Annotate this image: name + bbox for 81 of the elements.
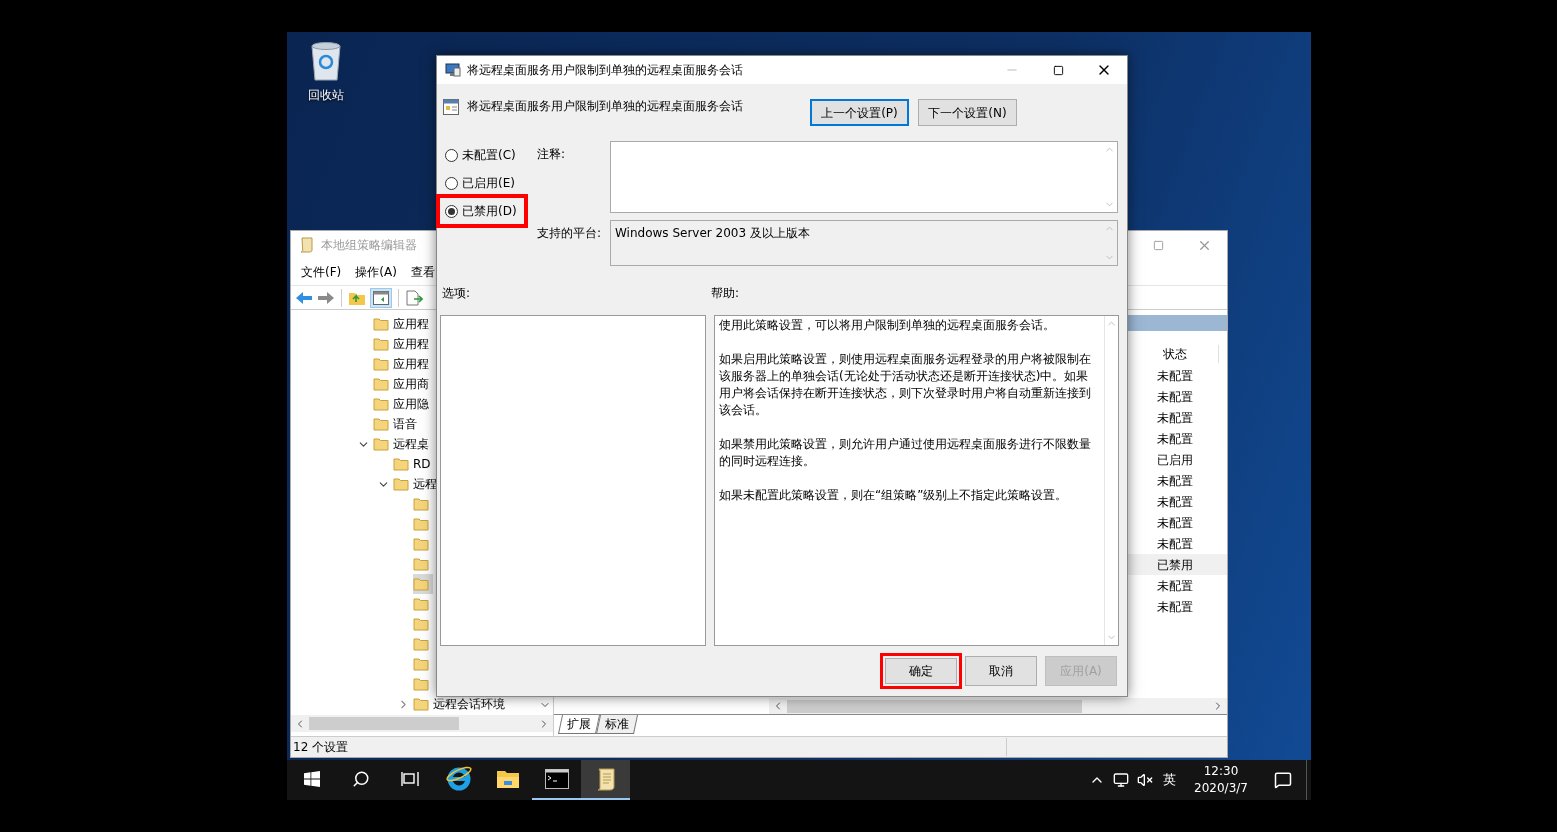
help-paragraph: 如果未配置此策略设置，则在“组策略”级别上不指定此策略设置。 (719, 487, 1069, 504)
menu-item[interactable]: 文件(F) (295, 263, 348, 281)
folder-icon (373, 417, 389, 431)
folder-icon (413, 517, 429, 531)
horizontal-scrollbar[interactable] (769, 698, 1227, 714)
dialog-title: 将远程桌面服务用户限制到单独的远程桌面服务会话 (467, 62, 743, 79)
folder-icon (393, 477, 409, 491)
folder-icon (413, 537, 429, 551)
tab[interactable]: 扩展 (558, 715, 600, 734)
radio-circle-icon[interactable] (445, 204, 458, 218)
policy-heading: 将远程桌面服务用户限制到单独的远程桌面服务会话 (467, 98, 743, 115)
help-paragraph: 使用此策略设置，可以将用户限制到单独的远程桌面服务会话。 (719, 317, 1056, 334)
tree-item[interactable]: 应用隐 (373, 394, 433, 414)
menu-item[interactable]: 操作(A) (349, 263, 403, 281)
folder-icon (413, 697, 429, 711)
folder-icon (413, 657, 429, 671)
tree-item[interactable] (413, 574, 433, 594)
dialog-button[interactable]: 确定 (880, 653, 962, 689)
folder-icon (373, 317, 389, 331)
tree-item[interactable]: 应用程 (373, 334, 433, 354)
maximize-icon (1052, 64, 1064, 76)
tab[interactable]: 标准 (596, 715, 638, 734)
window-title: 本地组策略编辑器 (321, 237, 417, 254)
input-method-indicator[interactable]: 英 (1163, 770, 1176, 790)
maximize-icon (1152, 239, 1164, 251)
folder-icon (413, 557, 429, 571)
tree-item[interactable]: 语音 (373, 414, 421, 434)
column-header[interactable]: 状态 (1131, 345, 1219, 363)
network-icon[interactable] (1113, 772, 1129, 788)
radio-option[interactable]: 已启用(E) (438, 169, 526, 197)
pane-toggle-button[interactable] (370, 287, 392, 308)
folder-icon (373, 437, 389, 451)
horizontal-scrollbar[interactable] (291, 715, 553, 732)
desktop-icon[interactable]: 回收站 (298, 40, 354, 104)
nav-button[interactable]: 下一个设置(N) (918, 99, 1017, 126)
folder-icon (413, 617, 429, 631)
folder-icon (373, 337, 389, 351)
options-label: 选项: (441, 285, 472, 302)
browser-globe-icon (445, 766, 472, 792)
search-icon (351, 770, 370, 788)
help-paragraph: 如果禁用此策略设置，则允许用户通过使用远程桌面服务进行不限数量的同时远程连接。 (719, 436, 1092, 470)
tree-item[interactable]: 应用商 (373, 374, 433, 394)
help-paragraph: 如果启用此策略设置，则使用远程桌面服务远程登录的用户将被限制在该服务器上的单独会话(无论处于活动状态还是断开连接状态)中。如果用户将会话保持在断开连接状态，则下次登录时用户将自动重新连接到该会话。 (719, 351, 1092, 419)
task-view-icon (400, 771, 419, 787)
policy-monitor-icon (445, 62, 461, 78)
tree-item[interactable]: 应用程 (373, 354, 433, 374)
console-icon (544, 769, 569, 789)
dialog-button[interactable]: 取消 (965, 656, 1037, 686)
folder-icon (413, 497, 429, 511)
comment-label: 注释: (536, 146, 567, 163)
folder-icon (373, 357, 389, 371)
radio-option[interactable]: 未配置(C) (438, 141, 526, 169)
tree-item[interactable]: 远程会话环境 (413, 694, 509, 714)
export-list-icon[interactable] (405, 289, 423, 306)
notification-icon[interactable] (1274, 771, 1292, 789)
tree-item[interactable]: 应用程 (373, 314, 433, 334)
help-label: 帮助: (711, 285, 740, 302)
tree-item[interactable]: 远程桌 (373, 434, 433, 454)
back-arrow-icon[interactable] (295, 290, 313, 305)
volume-muted-icon[interactable] (1137, 772, 1153, 788)
folder-icon (373, 397, 389, 411)
nav-button[interactable]: 上一个设置(P) (810, 99, 909, 126)
taskbar-button[interactable] (581, 760, 630, 800)
folder-icon (413, 637, 429, 651)
folder-icon (373, 377, 389, 391)
forward-arrow-icon[interactable] (317, 290, 335, 305)
tree-item[interactable]: RD (393, 454, 435, 474)
folder-icon (413, 677, 429, 691)
radio-option[interactable]: 已禁用(D) (438, 196, 526, 226)
folder-icon (413, 597, 429, 611)
platform-label: 支持的平台: (536, 225, 603, 242)
file-explorer-icon (495, 769, 520, 789)
windows-logo-icon (303, 771, 320, 787)
platform-text: Windows Server 2003 及以上版本 (614, 225, 811, 242)
status-text: 12 个设置 (291, 738, 1007, 756)
folder-icon (393, 457, 409, 471)
clock[interactable]: 12:30 2020/3/7 (1186, 763, 1256, 797)
folder-icon (413, 577, 429, 591)
policy-setting-icon (443, 99, 459, 115)
comment-field[interactable] (610, 141, 1118, 213)
policy-scroll-icon (299, 237, 315, 253)
